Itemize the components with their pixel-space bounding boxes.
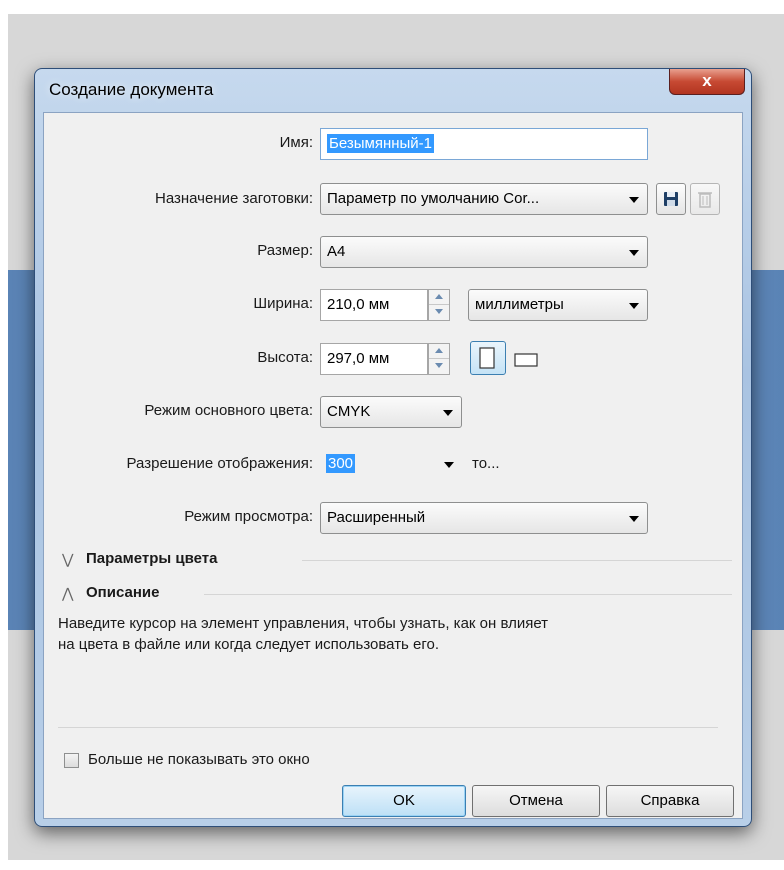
description-text-line2: на цвета в файле или когда следует испол… xyxy=(58,636,440,653)
portrait-orientation-button[interactable] xyxy=(470,341,506,375)
ok-button[interactable]: OK xyxy=(342,785,466,817)
preview-mode-select-value: Расширенный xyxy=(327,509,426,526)
width-input-value: 210,0 мм xyxy=(327,296,390,313)
resolution-value: 300 xyxy=(326,454,356,473)
size-label: Размер: xyxy=(257,242,313,259)
color-mode-select-value: CMYK xyxy=(327,403,371,420)
arrow-up-icon xyxy=(435,294,443,299)
units-select[interactable]: миллиметры xyxy=(468,289,648,321)
chevron-down-icon xyxy=(443,410,453,416)
title-bar[interactable]: Создание документа x xyxy=(35,69,751,111)
height-spinner[interactable] xyxy=(428,343,450,375)
name-input[interactable]: Безымянный-1 xyxy=(320,128,648,160)
name-input-value: Безымянный-1 xyxy=(327,134,435,153)
preview-mode-select[interactable]: Расширенный xyxy=(320,502,648,534)
preset-select-value: Параметр по умолчанию Cor... xyxy=(327,190,540,207)
size-select[interactable]: A4 xyxy=(320,236,648,268)
chevron-down-icon xyxy=(629,197,639,203)
width-spin-down[interactable] xyxy=(429,305,449,319)
description-header[interactable]: Описание xyxy=(86,584,159,601)
arrow-down-icon xyxy=(435,309,443,314)
help-button[interactable]: Справка xyxy=(606,785,734,817)
name-label: Имя: xyxy=(279,134,313,151)
resolution-combobox[interactable]: 300 xyxy=(320,449,462,481)
save-preset-button[interactable] xyxy=(656,183,686,215)
description-text: Наведите курсор на элемент управления, ч… xyxy=(58,613,738,655)
description-text-line1: Наведите курсор на элемент управления, ч… xyxy=(58,615,549,632)
cancel-button[interactable]: Отмена xyxy=(472,785,600,817)
dont-show-label[interactable]: Больше не показывать это окно xyxy=(88,751,310,768)
width-spinner[interactable] xyxy=(428,289,450,321)
height-input[interactable]: 297,0 мм xyxy=(320,343,428,375)
width-spin-up[interactable] xyxy=(429,290,449,305)
color-params-divider xyxy=(302,560,732,561)
close-button[interactable]: x xyxy=(669,69,745,95)
color-mode-select[interactable]: CMYK xyxy=(320,396,462,428)
create-document-dialog: Создание документа x Имя: Безымянный-1 Н… xyxy=(34,68,752,827)
description-divider xyxy=(204,594,732,595)
dont-show-checkbox[interactable] xyxy=(64,753,79,768)
landscape-orientation-icon xyxy=(514,353,538,367)
height-input-value: 297,0 мм xyxy=(327,350,390,367)
width-label: Ширина: xyxy=(253,295,313,312)
save-icon xyxy=(664,192,678,206)
width-input[interactable]: 210,0 мм xyxy=(320,289,428,321)
footer-divider xyxy=(58,727,718,728)
arrow-down-icon xyxy=(435,363,443,368)
resolution-label: Разрешение отображения: xyxy=(126,455,313,472)
color-mode-label: Режим основного цвета: xyxy=(144,402,313,419)
delete-preset-button[interactable] xyxy=(690,183,720,215)
height-label: Высота: xyxy=(257,349,313,366)
preset-label: Назначение заготовки: xyxy=(154,190,313,207)
chevron-down-icon xyxy=(629,250,639,256)
collapse-chevron-icon[interactable]: ⋀ xyxy=(62,585,73,602)
expand-chevron-icon[interactable]: ⋁ xyxy=(62,551,73,568)
arrow-up-icon xyxy=(435,348,443,353)
trash-icon xyxy=(698,192,712,208)
units-select-value: миллиметры xyxy=(475,296,564,313)
resolution-unit: то... xyxy=(472,455,500,472)
preview-mode-label: Режим просмотра: xyxy=(184,508,313,525)
chevron-down-icon xyxy=(444,462,454,468)
height-spin-up[interactable] xyxy=(429,344,449,359)
landscape-orientation-button[interactable] xyxy=(512,345,540,373)
portrait-orientation-icon xyxy=(479,347,495,369)
preset-select[interactable]: Параметр по умолчанию Cor... xyxy=(320,183,648,215)
chevron-down-icon xyxy=(629,516,639,522)
dialog-title: Создание документа xyxy=(49,80,214,99)
size-select-value: A4 xyxy=(327,243,346,260)
color-params-header[interactable]: Параметры цвета xyxy=(86,550,217,567)
height-spin-down[interactable] xyxy=(429,359,449,373)
chevron-down-icon xyxy=(629,303,639,309)
dialog-client-area: Имя: Безымянный-1 Назначение заготовки: … xyxy=(43,112,743,819)
